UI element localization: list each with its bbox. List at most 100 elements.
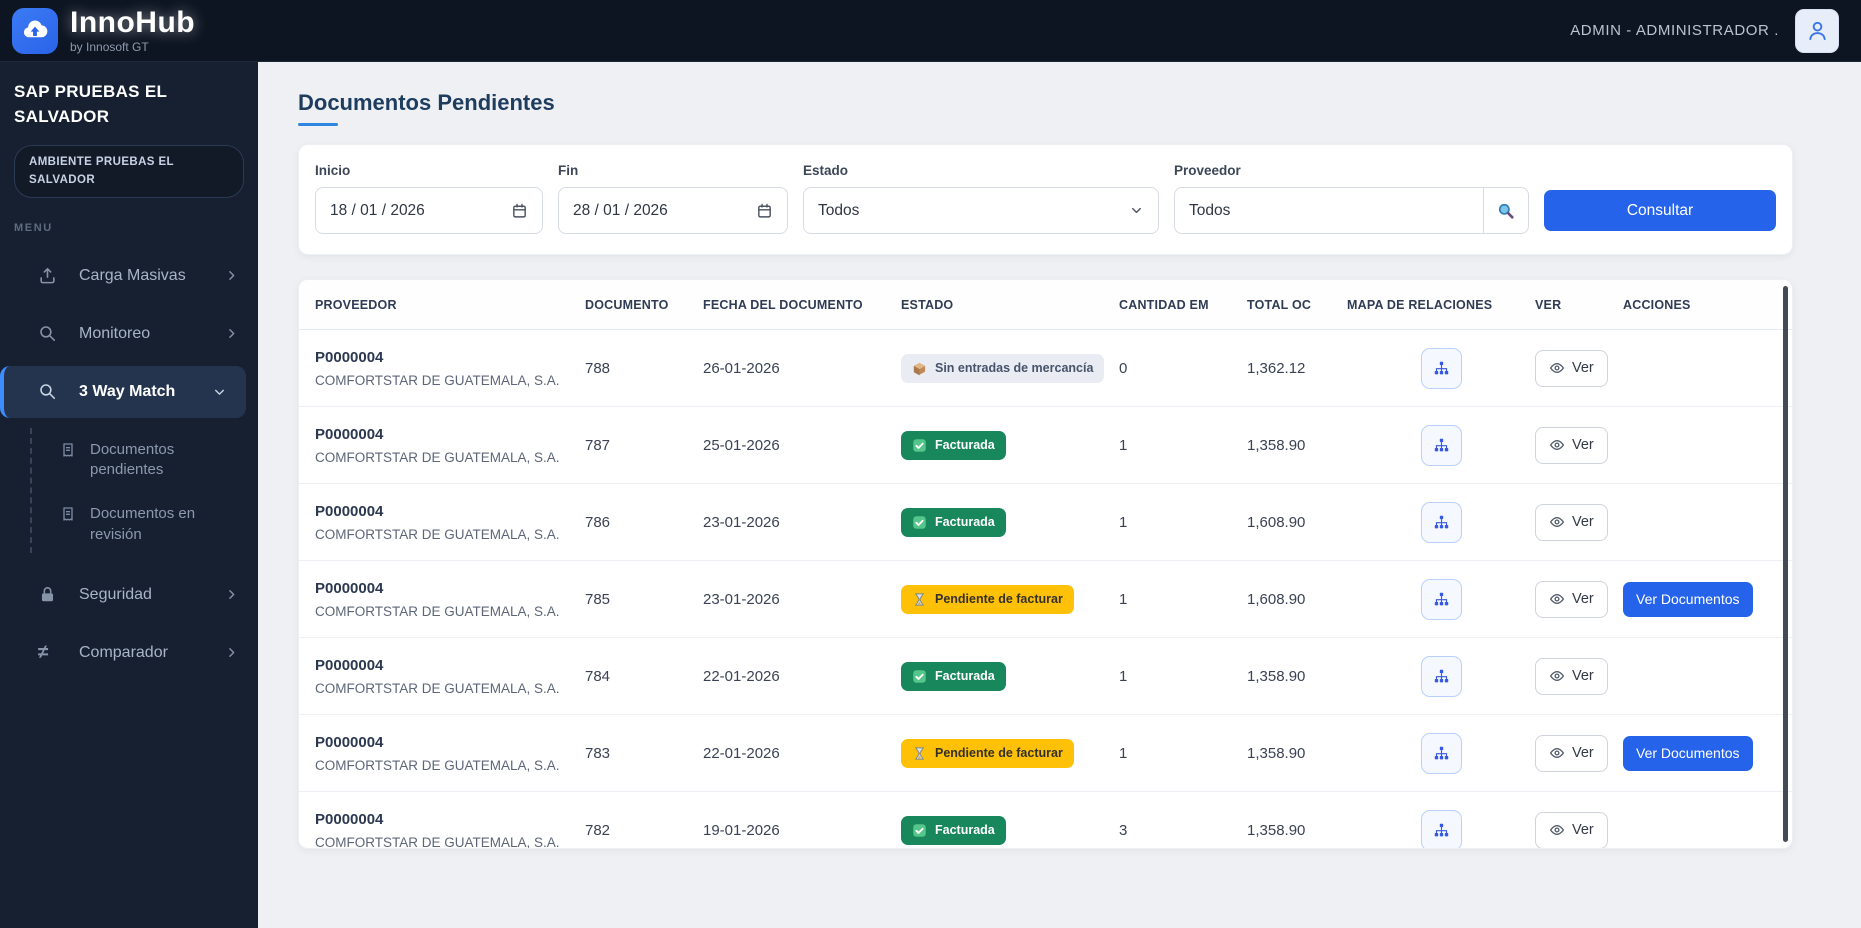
sidebar-item-documentos-en-revision[interactable]: Documentos en revisión	[0, 492, 258, 557]
ver-button[interactable]: Ver	[1535, 811, 1608, 848]
proveedor-cell: P0000004 COMFORTSTAR DE GUATEMALA, S.A.	[315, 657, 585, 696]
sitemap-icon	[1433, 437, 1450, 454]
estado-badge: Sin entradas de mercancía	[901, 353, 1105, 383]
acciones-cell: Ver Documentos	[1623, 581, 1776, 617]
fecha-cell: 26-01-2026	[703, 359, 780, 377]
sidebar-item-monitoreo[interactable]: Monitoreo	[0, 308, 258, 360]
ver-button-label: Ver	[1572, 360, 1594, 376]
ver-button-label: Ver	[1572, 514, 1594, 530]
eye-icon	[1549, 514, 1565, 530]
ver-button[interactable]: Ver	[1535, 349, 1608, 387]
total-oc-cell: 1,608.90	[1247, 590, 1306, 608]
user-menu-button[interactable]	[1795, 8, 1839, 53]
cantidad-em-cell: 0	[1119, 359, 1128, 377]
table-row: P0000004 COMFORTSTAR DE GUATEMALA, S.A. …	[299, 715, 1792, 792]
app-root: InnoHub by Innosoft GT ADMIN - ADMINISTR…	[0, 0, 1861, 928]
column-header-mapa: MAPA DE RELACIONES	[1347, 297, 1493, 312]
estado-field: Estado Todos	[803, 163, 1159, 234]
proveedor-code: P0000004	[315, 425, 384, 443]
fin-date-input[interactable]: 28 / 01 / 2026	[558, 187, 788, 234]
upload-icon	[38, 266, 57, 285]
proveedor-name: COMFORTSTAR DE GUATEMALA, S.A.	[315, 603, 560, 619]
mapa-relaciones-button[interactable]	[1420, 501, 1462, 543]
estado-badge: Facturada	[901, 430, 1006, 460]
fecha-cell: 19-01-2026	[703, 821, 780, 839]
estado-cell: Pendiente de facturar	[901, 738, 1119, 768]
sidebar-item-label: Seguridad	[79, 585, 152, 603]
ver-cell: Ver	[1535, 811, 1623, 848]
total-oc-cell: 1,362.12	[1247, 359, 1306, 377]
mapa-relaciones-button[interactable]	[1420, 347, 1462, 389]
proveedor-code: P0000004	[315, 810, 384, 828]
sidebar-item-seguridad[interactable]: Seguridad	[0, 569, 258, 621]
fecha-cell: 23-01-2026	[703, 513, 780, 531]
inicio-date-input[interactable]: 18 / 01 / 2026	[315, 187, 543, 234]
estado-cell: Facturada	[901, 815, 1119, 845]
acciones-cell: Ver Documentos	[1623, 735, 1776, 771]
ver-button[interactable]: Ver	[1535, 734, 1608, 772]
estado-cell: Facturada	[901, 430, 1119, 460]
ver-button[interactable]: Ver	[1535, 580, 1608, 618]
estado-badge: Facturada	[901, 661, 1006, 691]
mapa-relaciones-button[interactable]	[1420, 424, 1462, 466]
column-header-estado: ESTADO	[901, 297, 954, 312]
sidebar-item-3-way-match[interactable]: 3 Way Match	[0, 365, 246, 418]
column-header-acciones: ACCIONES	[1623, 297, 1691, 312]
proveedor-code: P0000004	[315, 656, 384, 674]
not-equal-icon: ≠	[38, 642, 49, 664]
ver-button[interactable]: Ver	[1535, 503, 1608, 541]
proveedor-name: COMFORTSTAR DE GUATEMALA, S.A.	[315, 757, 560, 773]
ver-button[interactable]: Ver	[1535, 657, 1608, 695]
estado-text: Facturada	[935, 514, 995, 529]
consultar-button[interactable]: Consultar	[1544, 190, 1776, 231]
ver-documentos-button[interactable]: Ver Documentos	[1623, 581, 1753, 617]
column-header-documento: DOCUMENTO	[585, 297, 669, 312]
main-content: Documentos Pendientes Inicio 18 / 01 / 2…	[258, 62, 1861, 928]
calendar-icon[interactable]	[756, 202, 773, 219]
receipt-icon	[60, 506, 76, 522]
estado-select[interactable]: Todos	[803, 187, 1159, 234]
table-scrollbar[interactable]	[1783, 286, 1788, 842]
proveedor-name: COMFORTSTAR DE GUATEMALA, S.A.	[315, 834, 560, 849]
ver-button[interactable]: Ver	[1535, 426, 1608, 464]
ver-documentos-button[interactable]: Ver Documentos	[1623, 735, 1753, 771]
estado-text: Pendiente de facturar	[935, 745, 1063, 760]
brand-subtitle: by Innosoft GT	[70, 40, 149, 54]
navbar-right: ADMIN - ADMINISTRADOR .	[1570, 8, 1839, 53]
ver-button-label: Ver	[1572, 822, 1594, 838]
estado-selected-value: Todos	[818, 201, 860, 219]
mapa-relaciones-button[interactable]	[1420, 809, 1462, 848]
lock-icon	[38, 585, 57, 604]
documents-table: PROVEEDOR DOCUMENTO FECHA DEL DOCUMENTO …	[298, 279, 1793, 849]
total-oc-cell: 1,358.90	[1247, 821, 1306, 839]
mapa-relaciones-button[interactable]	[1420, 578, 1462, 620]
sidebar-item-documentos-pendientes[interactable]: Documentos pendientes	[0, 428, 258, 493]
cantidad-em-cell: 1	[1119, 744, 1128, 762]
estado-badge: Facturada	[901, 815, 1006, 845]
brand-text: InnoHub by Innosoft GT	[70, 6, 196, 54]
proveedor-search-button[interactable]	[1483, 187, 1529, 234]
proveedor-input[interactable]	[1174, 187, 1483, 234]
ver-cell: Ver	[1535, 349, 1623, 387]
user-label: ADMIN - ADMINISTRADOR .	[1570, 22, 1779, 39]
sidebar-item-label: Monitoreo	[79, 324, 151, 342]
documento-cell: 788	[585, 359, 611, 377]
proveedor-cell: P0000004 COMFORTSTAR DE GUATEMALA, S.A.	[315, 734, 585, 773]
brand-name: InnoHub	[70, 6, 196, 39]
mapa-relaciones-button[interactable]	[1420, 655, 1462, 697]
cantidad-em-cell: 1	[1119, 590, 1128, 608]
inicio-field: Inicio 18 / 01 / 2026	[315, 163, 543, 234]
mapa-relaciones-button[interactable]	[1420, 732, 1462, 774]
mapa-cell	[1347, 501, 1535, 543]
documento-cell: 786	[585, 513, 611, 531]
sidebar-item-comparador[interactable]: ≠ Comparador	[0, 627, 258, 679]
proveedor-name: COMFORTSTAR DE GUATEMALA, S.A.	[315, 449, 560, 465]
ver-button-label: Ver	[1572, 745, 1594, 761]
calendar-icon[interactable]	[511, 202, 528, 219]
chevron-right-icon	[225, 269, 238, 282]
sidebar-item-carga-masivas[interactable]: Carga Masivas	[0, 250, 258, 302]
column-header-proveedor: PROVEEDOR	[315, 297, 397, 312]
mapa-cell	[1347, 424, 1535, 466]
check-icon	[912, 823, 927, 838]
estado-text: Facturada	[935, 822, 995, 837]
